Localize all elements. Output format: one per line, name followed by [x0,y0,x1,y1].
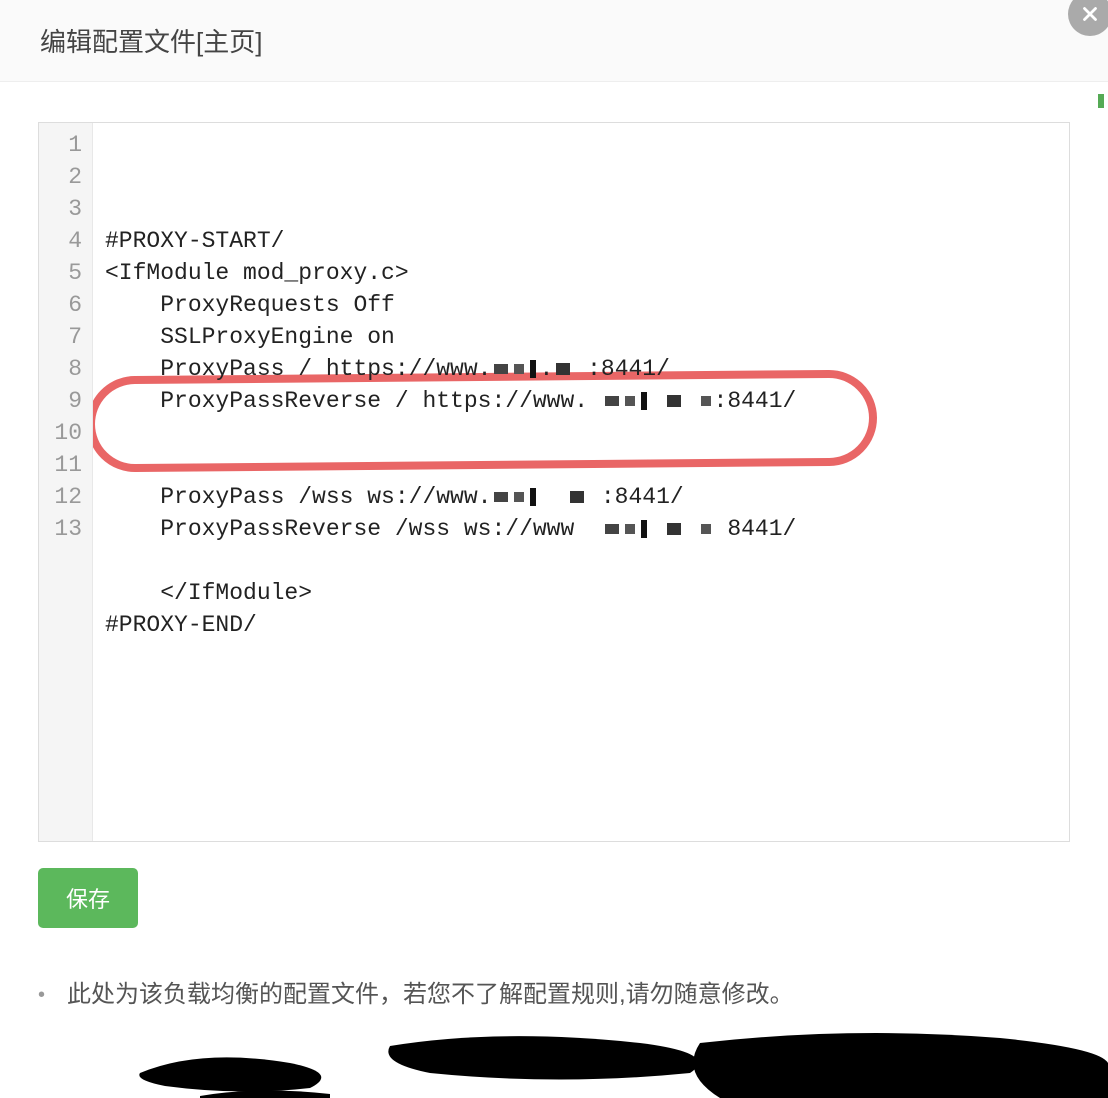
close-icon [1079,3,1101,25]
line-number: 12 [39,481,82,513]
save-button[interactable]: 保存 [38,868,138,928]
line-number: 6 [39,289,82,321]
line-number-gutter: 12345678910111213 [39,123,93,841]
code-content[interactable]: #PROXY-START/<IfModule mod_proxy.c> Prox… [93,123,1069,841]
decorative-mark [1098,94,1104,108]
line-number: 7 [39,321,82,353]
code-line: #PROXY-START/ [105,225,1057,257]
code-line [105,449,1057,481]
line-number: 13 [39,513,82,545]
code-line: </IfModule> [105,577,1057,609]
line-number: 10 [39,417,82,449]
code-line: ProxyPassReverse / https://www. :8441/ [105,385,1057,417]
code-line [105,417,1057,449]
code-line: SSLProxyEngine on [105,321,1057,353]
code-line: <IfModule mod_proxy.c> [105,257,1057,289]
line-number: 3 [39,193,82,225]
code-line: ProxyPassReverse /wss ws://www 8441/ [105,513,1057,545]
line-number: 1 [39,129,82,161]
code-line: ProxyPass / https://www.. :8441/ [105,353,1057,385]
modal-title: 编辑配置文件[主页] [0,0,1108,82]
redaction-scribble [0,1018,1108,1098]
config-editor-modal: 编辑配置文件[主页] 12345678910111213 #PROXY-STAR… [0,0,1108,1098]
notes-list: 此处为该负载均衡的配置文件，若您不了解配置规则,请勿随意修改。 [38,974,1070,1009]
editor-container: 12345678910111213 #PROXY-START/<IfModule… [0,82,1108,842]
code-line [105,545,1057,577]
code-line: ProxyPass /wss ws://www. :8441/ [105,481,1057,513]
line-number: 2 [39,161,82,193]
line-number: 5 [39,257,82,289]
line-number: 9 [39,385,82,417]
code-editor[interactable]: 12345678910111213 #PROXY-START/<IfModule… [38,122,1070,842]
code-line: ProxyRequests Off [105,289,1057,321]
line-number: 4 [39,225,82,257]
note-item: 此处为该负载均衡的配置文件，若您不了解配置规则,请勿随意修改。 [38,974,1070,1009]
code-line: #PROXY-END/ [105,609,1057,641]
line-number: 11 [39,449,82,481]
line-number: 8 [39,353,82,385]
